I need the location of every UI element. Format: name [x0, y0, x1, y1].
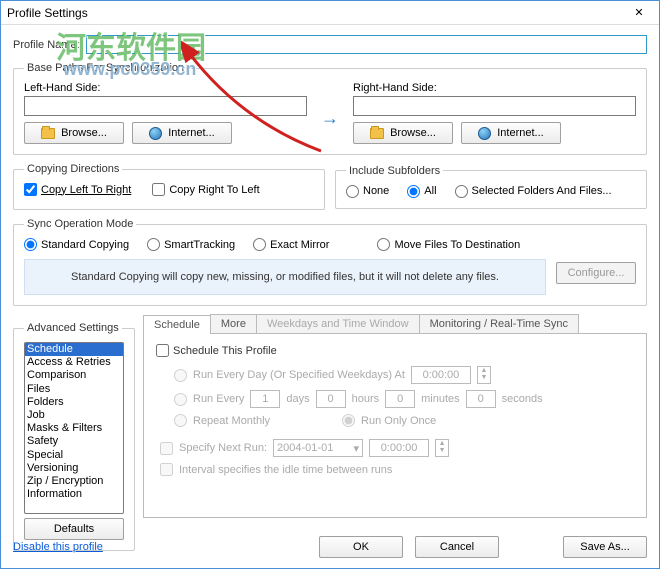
- specify-next-checkbox: [160, 442, 173, 455]
- close-icon[interactable]: ✕: [625, 3, 653, 23]
- globe-icon: [149, 127, 162, 140]
- advanced-item[interactable]: Versioning: [25, 462, 123, 475]
- copying-legend: Copying Directions: [24, 163, 122, 175]
- subfolders-all-radio[interactable]: All: [407, 185, 436, 198]
- advanced-item[interactable]: Zip / Encryption: [25, 475, 123, 488]
- cancel-button[interactable]: Cancel: [415, 536, 499, 558]
- advanced-legend: Advanced Settings: [24, 322, 122, 334]
- save-as-button[interactable]: Save As...: [563, 536, 647, 558]
- advanced-item[interactable]: Safety: [25, 435, 123, 448]
- schedule-enable-checkbox[interactable]: Schedule This Profile: [156, 344, 277, 357]
- configure-button: Configure...: [556, 262, 636, 284]
- syncmode-legend: Sync Operation Mode: [24, 218, 136, 230]
- folder-icon: [370, 128, 384, 139]
- sync-mode-group: Sync Operation Mode Standard Copying Sma…: [13, 218, 647, 306]
- right-internet-button[interactable]: Internet...: [461, 122, 561, 144]
- profile-name-input[interactable]: [86, 35, 647, 54]
- subfolders-none-radio[interactable]: None: [346, 185, 389, 198]
- right-side-input[interactable]: [353, 96, 636, 116]
- days-input: [250, 390, 280, 408]
- advanced-item[interactable]: Schedule: [25, 343, 123, 356]
- seconds-input: [466, 390, 496, 408]
- run-every-radio: [174, 393, 187, 406]
- advanced-settings-group: Advanced Settings ScheduleAccess & Retri…: [13, 322, 135, 551]
- copying-directions-group: Copying Directions Copy Left To Right Co…: [13, 163, 325, 210]
- copy-ltr-checkbox[interactable]: Copy Left To Right: [24, 183, 131, 196]
- right-browse-button[interactable]: Browse...: [353, 122, 453, 144]
- advanced-list[interactable]: ScheduleAccess & RetriesComparisonFilesF…: [24, 342, 124, 514]
- repeat-monthly-label: Repeat Monthly: [193, 415, 270, 427]
- basepaths-legend: Base Paths For Synchronization: [24, 62, 187, 74]
- advanced-item[interactable]: Files: [25, 383, 123, 396]
- run-once-radio: [342, 414, 355, 427]
- mode-mirror-radio[interactable]: Exact Mirror: [253, 238, 329, 251]
- calendar-icon: ▾: [354, 442, 360, 455]
- time-spinner: ▲▼: [477, 366, 491, 384]
- specify-next-label: Specify Next Run:: [179, 442, 267, 454]
- advanced-item[interactable]: Comparison: [25, 369, 123, 382]
- mode-standard-radio[interactable]: Standard Copying: [24, 238, 129, 251]
- tab-more[interactable]: More: [210, 314, 257, 333]
- window-title: Profile Settings: [7, 6, 625, 20]
- arrow-icon: →: [317, 98, 343, 129]
- ok-button[interactable]: OK: [319, 536, 403, 558]
- repeat-monthly-radio: [174, 414, 187, 427]
- advanced-item[interactable]: Folders: [25, 396, 123, 409]
- subfolders-legend: Include Subfolders: [346, 165, 443, 177]
- left-browse-button[interactable]: Browse...: [24, 122, 124, 144]
- subfolders-selected-radio[interactable]: Selected Folders And Files...: [455, 185, 612, 198]
- mode-move-radio[interactable]: Move Files To Destination: [377, 238, 520, 251]
- include-subfolders-group: Include Subfolders None All Selected Fol…: [335, 165, 647, 209]
- left-side-input[interactable]: [24, 96, 307, 116]
- disable-profile-link[interactable]: Disable this profile: [13, 541, 103, 553]
- tab-monitoring[interactable]: Monitoring / Real-Time Sync: [419, 314, 579, 333]
- advanced-item[interactable]: Access & Retries: [25, 356, 123, 369]
- next-run-date: 2004-01-01▾: [273, 439, 363, 457]
- profile-name-label: Profile Name:: [13, 39, 80, 51]
- copy-rtl-checkbox[interactable]: Copy Right To Left: [152, 183, 259, 196]
- left-internet-button[interactable]: Internet...: [132, 122, 232, 144]
- idle-interval-checkbox: [160, 463, 173, 476]
- run-every-label: Run Every: [193, 393, 244, 405]
- tab-weekdays: Weekdays and Time Window: [256, 314, 420, 333]
- run-once-label: Run Only Once: [361, 415, 436, 427]
- time-spinner: ▲▼: [435, 439, 449, 457]
- advanced-item[interactable]: Special: [25, 449, 123, 462]
- idle-interval-label: Interval specifies the idle time between…: [179, 464, 392, 476]
- left-side-label: Left-Hand Side:: [24, 82, 307, 94]
- syncmode-description: Standard Copying will copy new, missing,…: [24, 259, 546, 295]
- advanced-item[interactable]: Masks & Filters: [25, 422, 123, 435]
- advanced-item[interactable]: Job: [25, 409, 123, 422]
- schedule-pane: Schedule This Profile Run Every Day (Or …: [143, 334, 647, 518]
- every-day-time: [411, 366, 471, 384]
- hours-input: [316, 390, 346, 408]
- run-every-day-radio: [174, 369, 187, 382]
- folder-icon: [41, 128, 55, 139]
- next-run-time: [369, 439, 429, 457]
- right-side-label: Right-Hand Side:: [353, 82, 636, 94]
- tab-schedule[interactable]: Schedule: [143, 315, 211, 334]
- minutes-input: [385, 390, 415, 408]
- mode-smart-radio[interactable]: SmartTracking: [147, 238, 235, 251]
- run-every-day-label: Run Every Day (Or Specified Weekdays) At: [193, 369, 405, 381]
- basepaths-group: Base Paths For Synchronization Left-Hand…: [13, 62, 647, 155]
- globe-icon: [478, 127, 491, 140]
- advanced-item[interactable]: Information: [25, 488, 123, 501]
